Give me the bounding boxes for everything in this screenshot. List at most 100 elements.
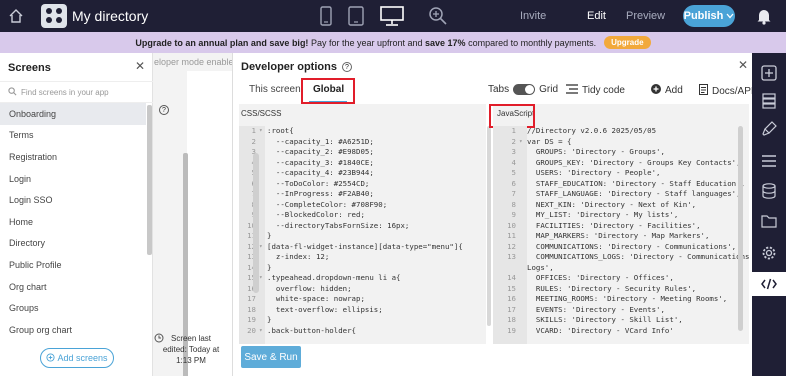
upgrade-button[interactable]: Upgrade [604,36,651,49]
fold-toggle-icon[interactable] [259,221,267,232]
layout-toggle-switch[interactable] [513,84,536,95]
settings-gear-icon[interactable] [752,241,786,265]
desktop-device-icon[interactable] [380,6,404,26]
close-icon[interactable]: ✕ [135,59,145,73]
mobile-device-icon[interactable] [320,6,332,26]
code-icon[interactable] [752,272,786,296]
folder-icon[interactable] [752,209,786,233]
fold-toggle-icon[interactable] [259,147,267,158]
fold-toggle-icon[interactable] [519,126,527,137]
fold-toggle-icon[interactable] [259,200,267,211]
fold-toggle-icon[interactable] [259,294,267,305]
fold-toggle-icon[interactable] [259,263,267,274]
fold-toggle-icon[interactable] [519,231,527,242]
fold-toggle-icon[interactable] [259,252,267,263]
code-text: OFFICES: 'Directory - Offices', [527,273,674,282]
fold-toggle-icon[interactable]: ▾ [259,326,267,337]
close-icon[interactable]: ✕ [738,58,748,72]
js-code[interactable]: 1 //Directory v2.0.6 2025/05/05 2 ▾ var DS =… [501,126,749,336]
layers-icon[interactable] [752,89,786,113]
fold-toggle-icon[interactable] [519,179,527,190]
fold-toggle-icon[interactable] [259,189,267,200]
paintbrush-icon[interactable] [752,117,786,141]
screen-item-directory[interactable]: Directory [0,233,146,255]
screen-item-group-org-chart[interactable]: Group org chart [0,319,146,341]
help-icon[interactable]: ? [341,62,352,72]
screens-search[interactable]: Find screens in your app [0,81,153,103]
fold-toggle-icon[interactable] [259,179,267,190]
screen-item-public-profile[interactable]: Public Profile [0,254,146,276]
screens-scrollbar[interactable] [147,103,152,363]
invite-link[interactable]: Invite [520,10,546,22]
tabs-grid-toggle[interactable]: Tabs Grid [488,84,558,95]
fold-toggle-icon[interactable] [259,168,267,179]
screen-item-login[interactable]: Login [0,168,146,190]
document-icon [699,84,708,98]
screen-item-org-chart[interactable]: Org chart [0,276,146,298]
fold-toggle-icon[interactable] [519,210,527,221]
fold-toggle-icon[interactable]: ▾ [259,242,267,253]
code-line: 18 SKILLS: 'Directory - Skill List', [501,315,749,326]
tablet-device-icon[interactable] [348,6,364,26]
screen-item-groups[interactable]: Groups [0,297,146,319]
fold-toggle-icon[interactable] [259,210,267,221]
fold-toggle-icon[interactable] [519,305,527,316]
screen-item-home[interactable]: Home [0,211,146,233]
bell-icon[interactable] [756,7,772,28]
fold-toggle-icon[interactable] [519,221,527,232]
screen-item-onboarding[interactable]: Onboarding [0,103,146,125]
fold-toggle-icon[interactable] [519,263,527,274]
add-screens-button[interactable]: Add screens [40,348,114,368]
code-line: 14} [241,263,463,274]
line-number: 3 [511,147,516,156]
edited-line-3: 1:13 PM [176,356,206,365]
fold-toggle-icon[interactable]: ▾ [519,137,527,148]
fold-toggle-icon[interactable] [519,158,527,169]
fold-toggle-icon[interactable] [259,158,267,169]
css-side-scrollbar[interactable] [487,126,491,326]
fold-toggle-icon[interactable]: ▾ [259,126,267,137]
app-icon[interactable] [41,4,67,28]
fold-toggle-icon[interactable] [259,231,267,242]
tidy-code-button[interactable]: Tidy code [566,84,625,97]
fold-toggle-icon[interactable] [259,137,267,148]
publish-button[interactable]: Publish [683,5,735,27]
js-scrollbar[interactable] [738,126,743,331]
css-code[interactable]: 1 ▾:root{2 --capacity_1: #A6251D; 3 --capa… [241,126,463,336]
code-line: 20 ▾ .back-button-holder{ [241,326,463,337]
fold-toggle-icon[interactable] [519,147,527,158]
fold-toggle-icon[interactable] [519,242,527,253]
fold-toggle-icon[interactable] [519,273,527,284]
docs-api-button[interactable]: Docs/API [699,84,754,98]
screen-item-login-sso[interactable]: Login SSO [0,189,146,211]
edit-link[interactable]: Edit [587,10,606,22]
fold-toggle-icon[interactable] [519,200,527,211]
add-component-icon[interactable] [752,61,786,85]
fold-toggle-icon[interactable] [519,326,527,337]
fold-toggle-icon[interactable] [259,305,267,316]
home-icon[interactable] [0,0,32,32]
add-button[interactable]: Add [651,84,683,97]
code-line: 8 NEXT_KIN: 'Directory - Next of Kin', [501,200,749,211]
fold-toggle-icon[interactable] [259,315,267,326]
search-icon [8,86,17,98]
tab-this-screen[interactable]: This screen [249,84,301,95]
fold-toggle-icon[interactable] [519,284,527,295]
help-icon[interactable]: ? [159,105,169,115]
save-and-run-button[interactable]: Save & Run [241,346,301,368]
fold-toggle-icon[interactable] [519,294,527,305]
fold-toggle-icon[interactable] [519,168,527,179]
fold-toggle-icon[interactable] [519,252,527,263]
fold-toggle-icon[interactable] [519,189,527,200]
zoom-icon[interactable] [428,6,448,26]
database-icon[interactable] [752,179,786,203]
screen-item-registration[interactable]: Registration [0,146,146,168]
fold-toggle-icon[interactable] [519,315,527,326]
code-text: z-index: 12; [267,252,330,261]
css-scrollbar[interactable] [253,153,259,293]
screen-item-terms[interactable]: Terms [0,125,146,147]
fold-toggle-icon[interactable] [259,284,267,295]
preview-link[interactable]: Preview [626,10,665,22]
menu-icon[interactable] [752,149,786,173]
fold-toggle-icon[interactable]: ▾ [259,273,267,284]
